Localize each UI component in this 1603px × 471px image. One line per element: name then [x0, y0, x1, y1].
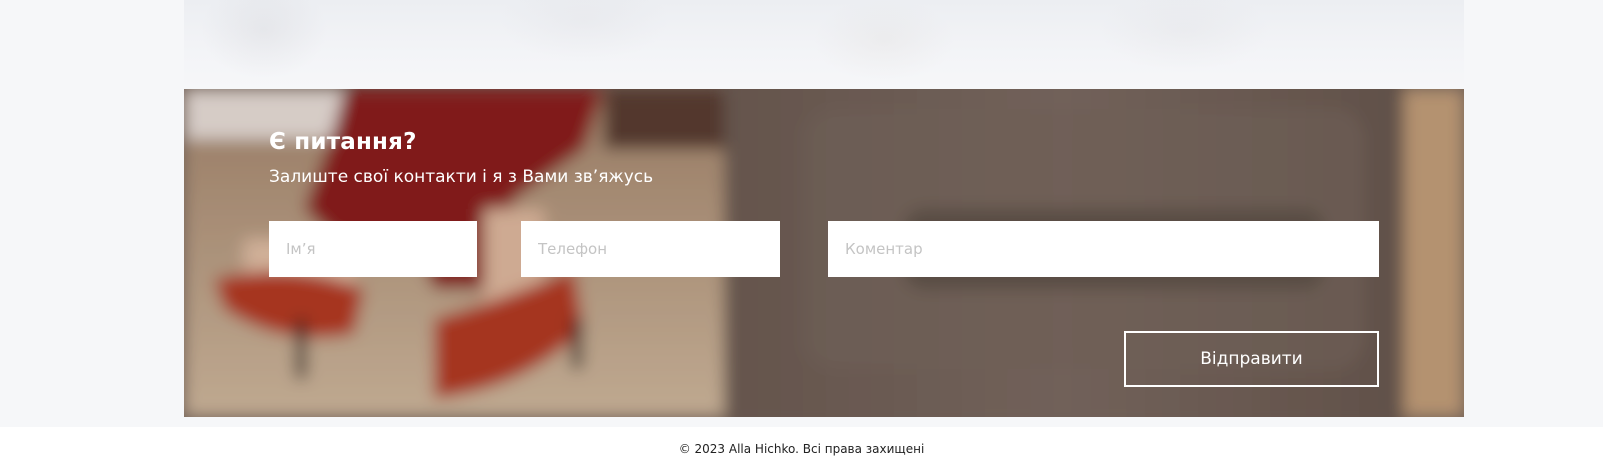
name-input[interactable]	[269, 221, 477, 277]
copyright-text: © 2023 Alla Hichko. Всі права захищені	[678, 442, 925, 456]
comment-input[interactable]	[828, 221, 1379, 277]
phone-input[interactable]	[521, 221, 780, 277]
contact-banner: Є питання? Залиште свої контакти і я з В…	[184, 89, 1464, 417]
contact-heading: Є питання?	[269, 129, 417, 155]
submit-button[interactable]: Відправити	[1124, 331, 1379, 387]
contact-subheading: Залиште свої контакти і я з Вами зв’яжус…	[269, 167, 654, 187]
top-image-strip	[184, 0, 1464, 89]
footer: © 2023 Alla Hichko. Всі права захищені	[0, 427, 1603, 471]
